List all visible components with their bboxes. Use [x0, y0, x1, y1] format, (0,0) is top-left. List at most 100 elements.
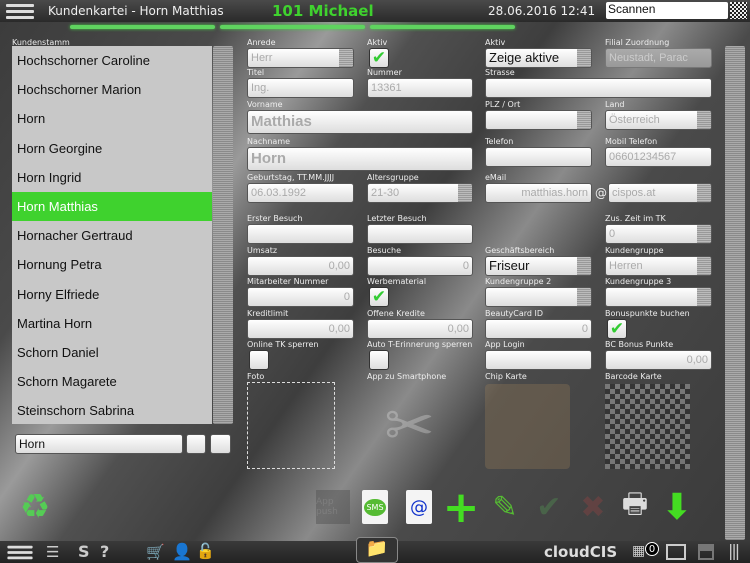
folder-icon[interactable]: 📁: [356, 537, 398, 563]
aktiv_chk-checkbox[interactable]: ✔: [369, 48, 389, 68]
user-icon[interactable]: 👤: [172, 542, 192, 561]
letzter-input[interactable]: [367, 224, 473, 244]
form-scrollbar[interactable]: [725, 46, 745, 540]
tab-2[interactable]: [220, 25, 365, 29]
help-button[interactable]: ?: [100, 542, 109, 561]
photo-placeholder[interactable]: [247, 382, 335, 469]
customer-list-item[interactable]: Horn Georgine: [12, 134, 212, 163]
letzter-label: Letzter Besuch: [367, 214, 427, 223]
strasse-input[interactable]: [485, 78, 712, 98]
email-input[interactable]: matthias.horn: [485, 183, 592, 203]
columns-view-icon[interactable]: |||: [728, 541, 740, 560]
current-user: 101 Michael: [272, 2, 374, 20]
top-bar: Kundenkartei - Horn Matthias 101 Michael…: [0, 0, 750, 22]
mobil-input[interactable]: 06601234567: [605, 147, 712, 167]
geburtstag-input[interactable]: 06.03.1992: [247, 183, 354, 203]
anrede-select[interactable]: Herr: [247, 48, 354, 68]
barcode-qr-image[interactable]: [605, 384, 690, 469]
mitarbeiter-input[interactable]: 0: [247, 287, 354, 307]
kg2-label: Kundengruppe 2: [485, 277, 552, 286]
kg3-label: Kundengruppe 3: [605, 277, 672, 286]
werbe-checkbox[interactable]: ✔: [369, 287, 389, 307]
geschaeft-select[interactable]: Friseur: [485, 256, 592, 276]
list-scrollbar[interactable]: [213, 46, 233, 424]
scan-input[interactable]: Scannen: [606, 2, 728, 19]
plz-select[interactable]: [485, 110, 592, 130]
email-button[interactable]: @: [406, 490, 432, 524]
customer-list-item[interactable]: Hornung Petra: [12, 250, 212, 279]
nummer-input[interactable]: 13361: [367, 78, 473, 98]
beauty-input[interactable]: 0: [485, 319, 592, 339]
telefon-input[interactable]: [485, 147, 592, 167]
onlinetk-checkbox[interactable]: [249, 350, 269, 370]
kundengruppe-select[interactable]: Herren: [605, 256, 712, 276]
altersgruppe-select[interactable]: 21-30: [367, 183, 473, 203]
unlock-icon[interactable]: 🔓: [196, 542, 215, 560]
menu-icon[interactable]: [7, 543, 33, 562]
aktiv_sel-select[interactable]: Zeige aktive: [485, 48, 592, 68]
add-icon[interactable]: +: [443, 482, 480, 533]
customer-list-item[interactable]: Horn Ingrid: [12, 163, 212, 192]
refresh-icon[interactable]: ♻: [18, 487, 52, 527]
menu-icon[interactable]: [6, 1, 34, 22]
cart-icon[interactable]: 🛒: [146, 543, 165, 561]
search-input[interactable]: Horn: [15, 434, 183, 454]
bonusbuchen-checkbox[interactable]: ✔: [607, 319, 627, 339]
kg2-select[interactable]: [485, 287, 592, 307]
sms-button[interactable]: SMS: [362, 490, 388, 524]
filiale-input: Neustadt, Parac: [605, 48, 712, 68]
customer-list-item[interactable]: Hochschorner Caroline: [12, 46, 212, 75]
email-domain-select[interactable]: cispos.at: [608, 183, 712, 203]
telefon-label: Telefon: [485, 137, 514, 146]
zuszeit-select[interactable]: 0: [605, 224, 712, 244]
land-select[interactable]: Österreich: [605, 110, 712, 130]
customer-list-item[interactable]: Schorn Daniel: [12, 338, 212, 367]
tab-3[interactable]: [370, 25, 515, 29]
customer-list-item[interactable]: Schorn Magarete: [12, 367, 212, 396]
search-option-button-2[interactable]: [210, 434, 231, 454]
customer-list-item[interactable]: Hochschorner Marion: [12, 75, 212, 104]
email-at-sign: @: [595, 186, 607, 200]
offene-input[interactable]: 0,00: [367, 319, 473, 339]
erster-input[interactable]: [247, 224, 354, 244]
customer-list-item[interactable]: Horny Elfriede: [12, 280, 212, 309]
beauty-label: BeautyCard ID: [485, 309, 544, 318]
kg3-select[interactable]: [605, 287, 712, 307]
applogin-input[interactable]: [485, 350, 592, 370]
window-title: Kundenkartei - Horn Matthias: [48, 4, 224, 18]
customer-list-item[interactable]: Martina Horn: [12, 309, 212, 338]
s-button[interactable]: S: [78, 542, 90, 561]
kundengruppe-label: Kundengruppe: [605, 246, 664, 255]
autot-checkbox[interactable]: [369, 350, 389, 370]
download-arrow-icon[interactable]: ⬇: [660, 487, 694, 528]
app-push-button[interactable]: App push: [316, 490, 350, 524]
bcbonus-input[interactable]: 0,00: [605, 350, 712, 370]
tab-1[interactable]: [70, 25, 215, 29]
split-view-icon[interactable]: [698, 544, 714, 560]
bonusbuchen-label: Bonuspunkte buchen: [605, 309, 690, 318]
umsatz-input[interactable]: 0,00: [247, 256, 354, 276]
besuche-input[interactable]: 0: [367, 256, 473, 276]
qr-code-icon[interactable]: [730, 2, 747, 19]
edit-pen-icon[interactable]: ✎: [488, 490, 522, 525]
kreditlimit-input[interactable]: 0,00: [247, 319, 354, 339]
vorname-input[interactable]: Matthias: [247, 110, 473, 134]
print-icon[interactable]: 🖶: [618, 487, 652, 524]
customer-list-item[interactable]: Steinschorn Sabrina: [12, 396, 212, 424]
list-icon[interactable]: ☰: [46, 543, 59, 561]
scissors-icon[interactable]: ✂: [367, 384, 452, 469]
geburtstag-label: Geburtstag, TT.MM.JJJJ: [247, 173, 335, 182]
chip-card-image[interactable]: [485, 384, 570, 469]
land-label: Land: [605, 100, 625, 109]
nachname-input[interactable]: Horn: [247, 147, 473, 171]
chip-label: Chip Karte: [485, 372, 527, 381]
customer-list-item[interactable]: Horn Matthias: [12, 191, 212, 222]
cancel-x-icon: ✖: [580, 489, 606, 525]
titel-input[interactable]: Ing.: [247, 78, 354, 98]
customer-list-item[interactable]: Hornacher Gertraud: [12, 221, 212, 250]
notification-badge: 0: [645, 542, 659, 556]
calendar-icon[interactable]: ▦: [632, 543, 645, 559]
search-option-button-1[interactable]: [186, 434, 206, 454]
single-view-icon[interactable]: [666, 544, 686, 560]
customer-list-item[interactable]: Horn: [12, 104, 212, 133]
